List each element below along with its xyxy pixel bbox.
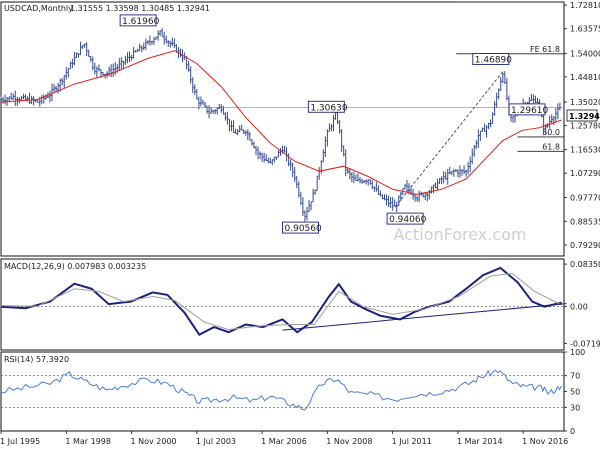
y-tick-label: 1.35020 — [570, 98, 600, 107]
y-tick-label: 0.79290 — [570, 241, 600, 250]
y-tick-label: 0.88535 — [570, 217, 600, 226]
x-tick-label: 1 Nov 2000 — [130, 437, 176, 446]
annotation-label: 1.29610 — [511, 106, 548, 116]
x-tick-label: 1 Nov 2008 — [326, 437, 372, 446]
x-tick-label: 1 Jul 2003 — [196, 437, 236, 446]
watermark: ActionForex.com — [393, 225, 526, 244]
x-tick-label: 1 Jul 1995 — [0, 437, 40, 446]
rsi-y-tick-label: 70 — [570, 372, 580, 381]
annotation-label: 1.46890 — [475, 56, 512, 66]
rsi-y-tick-label: 30 — [570, 403, 580, 412]
y-tick-label: 0.97770 — [570, 194, 600, 203]
x-tick-label: 1 Mar 2006 — [261, 437, 307, 446]
x-tick-label: 1 Nov 2016 — [522, 437, 568, 446]
rsi-y-tick-label: 0 — [570, 427, 575, 436]
rsi-y-tick-label: 100 — [570, 348, 585, 357]
current-price-label: 1.32941 — [566, 109, 600, 122]
macd-y-tick-label: 0.083505 — [570, 260, 600, 269]
fib-label: 61.8 — [542, 142, 560, 151]
fib-label: FE 61.8 — [530, 45, 560, 54]
y-tick-label: 1.54000 — [570, 49, 600, 58]
y-tick-label: 1.72810 — [570, 1, 600, 10]
fib-label: FE 100.0 — [525, 0, 560, 2]
y-tick-label: 1.25780 — [570, 122, 600, 131]
annotation-label: 0.90560 — [285, 224, 322, 234]
y-tick-label: 1.16530 — [570, 145, 600, 154]
x-tick-label: 1 Jul 2011 — [392, 437, 432, 446]
annotation-label: 1.30630 — [310, 103, 347, 113]
macd-y-tick-label: 0.00 — [570, 303, 588, 312]
y-tick-label: 1.63575 — [570, 25, 600, 34]
fib-label: 50.0 — [542, 128, 560, 137]
rsi-panel: RSI(14) 57.3920 100 70 50 30 0 — [0, 348, 585, 436]
macd-y-tick-label: -0.07195 — [570, 339, 600, 348]
rsi-title: RSI(14) 57.3920 — [4, 355, 69, 364]
price-ohlc: 1.31555 1.33598 1.30485 1.32941 — [70, 4, 210, 13]
rsi-y-tick-label: 50 — [570, 388, 580, 397]
macd-panel: MACD(12,26,9) 0.007983 0.003235 0.083505… — [0, 258, 600, 351]
price-panel: ActionForex.com FE 100.0FE 61.850.061.8 … — [0, 0, 600, 257]
annotation-label: 0.94060 — [389, 215, 426, 225]
chart-svg: ActionForex.com FE 100.0FE 61.850.061.8 … — [0, 0, 600, 450]
x-tick-label: 1 Mar 1998 — [65, 437, 111, 446]
current-price-text: 1.32941 — [569, 112, 600, 121]
x-tick-label: 1 Mar 2014 — [457, 437, 503, 446]
macd-title: MACD(12,26,9) 0.007983 0.003235 — [4, 262, 146, 271]
price-title: USDCAD,Monthly — [4, 4, 73, 13]
y-tick-label: 1.44810 — [570, 73, 600, 82]
annotation-label: 1.61960 — [122, 17, 159, 27]
chart-root: ActionForex.com FE 100.0FE 61.850.061.8 … — [0, 0, 600, 450]
y-tick-label: 1.07290 — [570, 169, 600, 178]
